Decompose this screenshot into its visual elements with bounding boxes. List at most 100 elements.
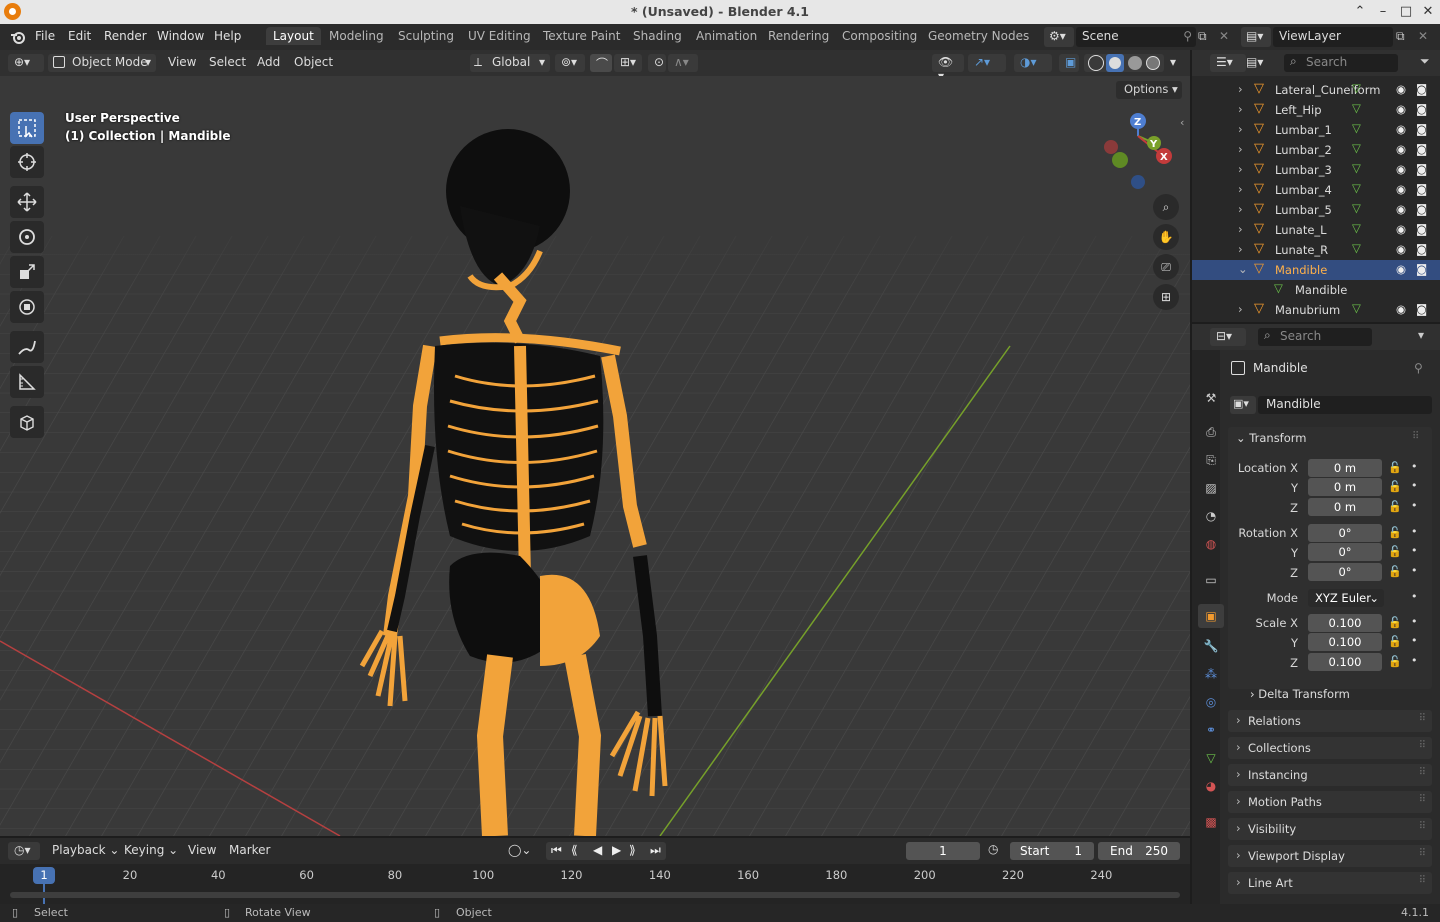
output-tab-icon[interactable]: ⎘ xyxy=(1198,448,1224,472)
keyframe-dot-icon[interactable]: • xyxy=(1411,525,1418,538)
outliner-item[interactable]: › ▽ Manubrium ▽ ◉ ◙ xyxy=(1192,300,1440,320)
eye-visibility-icon[interactable]: ◉ xyxy=(1396,262,1406,276)
camera-render-icon[interactable]: ◙ xyxy=(1416,82,1427,96)
texture-tab-icon[interactable]: ▩ xyxy=(1198,810,1224,834)
menu-view[interactable]: View xyxy=(168,55,196,69)
camera-render-icon[interactable]: ◙ xyxy=(1416,102,1427,116)
section-relations[interactable]: › Relations ⠿ xyxy=(1228,710,1432,732)
particles-tab-icon[interactable]: ⁂ xyxy=(1198,662,1224,686)
section-collections[interactable]: › Collections ⠿ xyxy=(1228,737,1432,759)
camera-render-icon[interactable]: ◙ xyxy=(1416,162,1427,176)
cursor-tool[interactable] xyxy=(10,146,44,178)
section-viewport-display[interactable]: › Viewport Display ⠿ xyxy=(1228,845,1432,867)
outliner-item[interactable]: ▽ Mandible xyxy=(1192,280,1440,300)
expand-right-icon[interactable]: › xyxy=(1238,302,1243,316)
maximize-button[interactable]: □ xyxy=(1396,2,1416,22)
sidebar-toggle-icon[interactable]: ‹ xyxy=(1180,116,1184,129)
keyframe-dot-icon[interactable]: • xyxy=(1411,479,1418,492)
scale-x-field[interactable]: 0.100 xyxy=(1308,614,1382,632)
camera-render-icon[interactable]: ◙ xyxy=(1416,302,1427,316)
section-instancing[interactable]: › Instancing ⠿ xyxy=(1228,764,1432,786)
lock-icon[interactable]: 🔓 xyxy=(1388,500,1402,513)
minimize-button[interactable]: – xyxy=(1373,2,1393,22)
rotate-tool[interactable] xyxy=(10,221,44,253)
shading-options-icon[interactable]: ▾ xyxy=(1164,54,1182,72)
next-keyframe-icon[interactable]: ⟫ xyxy=(629,843,636,857)
drag-handle-icon[interactable]: ⠿ xyxy=(1419,875,1426,886)
outliner-item[interactable]: ⌄ ▽ Mandible ◉ ◙ xyxy=(1192,260,1440,280)
location-y-field[interactable]: 0 m xyxy=(1308,478,1382,496)
timeline-scrollbar[interactable] xyxy=(10,892,1180,898)
menu-help[interactable]: Help xyxy=(214,29,241,43)
lock-icon[interactable]: 🔓 xyxy=(1388,635,1402,648)
viewlayer-selector-icon[interactable]: ▤▾ xyxy=(1241,27,1271,47)
eye-visibility-icon[interactable]: ◉ xyxy=(1396,82,1406,96)
auto-keying-icon[interactable]: ◯⌄ xyxy=(502,842,538,860)
expand-right-icon[interactable]: › xyxy=(1238,82,1243,96)
modifier-tab-icon[interactable]: 🔧 xyxy=(1198,634,1224,658)
physics-tab-icon[interactable]: ◎ xyxy=(1198,690,1224,714)
new-scene-icon[interactable]: ⧉ xyxy=(1198,29,1214,45)
camera-view-icon[interactable]: ⎚ xyxy=(1153,254,1179,280)
menu-timeline-view[interactable]: View xyxy=(188,843,216,857)
pin-icon[interactable]: ⚲ xyxy=(1414,361,1423,375)
location-z-field[interactable]: 0 m xyxy=(1308,498,1382,516)
visibility-selector-icon[interactable]: 👁▾ xyxy=(932,54,964,83)
tab-animation[interactable]: Animation xyxy=(696,29,757,43)
keyframe-dot-icon[interactable]: • xyxy=(1411,654,1418,667)
keyframe-dot-icon[interactable]: • xyxy=(1411,460,1418,473)
drag-handle-icon[interactable]: ⠿ xyxy=(1419,767,1426,778)
xray-toggle-icon[interactable]: ▣ xyxy=(1059,54,1079,72)
drag-handle-icon[interactable]: ⠿ xyxy=(1412,431,1419,442)
tab-modeling[interactable]: Modeling xyxy=(329,29,384,43)
mesh-data-icon[interactable]: ▽ xyxy=(1352,301,1361,315)
outliner-item[interactable]: › ▽ Lumbar_3 ▽ ◉ ◙ xyxy=(1192,160,1440,180)
tab-shading[interactable]: Shading xyxy=(633,29,682,43)
annotate-tool[interactable] xyxy=(10,331,44,363)
mesh-data-icon[interactable]: ▽ xyxy=(1352,241,1361,255)
scale-y-field[interactable]: 0.100 xyxy=(1308,633,1382,651)
section-motion-paths[interactable]: › Motion Paths ⠿ xyxy=(1228,791,1432,813)
scale-tool[interactable] xyxy=(10,256,44,288)
new-viewlayer-icon[interactable]: ⧉ xyxy=(1396,29,1412,45)
object-browse-icon[interactable]: ▣▾ xyxy=(1230,396,1256,414)
mesh-data-icon[interactable]: ▽ xyxy=(1352,161,1361,175)
view-layer-tab-icon[interactable]: ▨ xyxy=(1198,476,1224,500)
pan-view-hand-icon[interactable]: ✋ xyxy=(1153,224,1179,250)
expand-right-icon[interactable]: › xyxy=(1238,142,1243,156)
eye-visibility-icon[interactable]: ◉ xyxy=(1396,122,1406,136)
tab-compositing[interactable]: Compositing xyxy=(842,29,917,43)
menu-keying[interactable]: Keying ⌄ xyxy=(124,843,178,857)
menu-object[interactable]: Object xyxy=(294,55,333,69)
jump-start-icon[interactable]: ⏮ xyxy=(551,843,562,858)
tool-tab-icon[interactable]: ⚒ xyxy=(1198,386,1224,410)
outliner-item[interactable]: › ▽ Lumbar_2 ▽ ◉ ◙ xyxy=(1192,140,1440,160)
camera-render-icon[interactable]: ◙ xyxy=(1416,262,1427,276)
eye-visibility-icon[interactable]: ◉ xyxy=(1396,242,1406,256)
mesh-data-icon[interactable]: ▽ xyxy=(1352,81,1361,95)
properties-search-input[interactable]: ⌕ Search xyxy=(1258,328,1372,346)
pin-icon[interactable]: ⚲ xyxy=(1183,29,1192,43)
measure-tool[interactable] xyxy=(10,366,44,398)
lock-icon[interactable]: 🔓 xyxy=(1388,461,1402,474)
camera-render-icon[interactable]: ◙ xyxy=(1416,242,1427,256)
constraints-tab-icon[interactable]: ⚭ xyxy=(1198,718,1224,742)
lock-icon[interactable]: 🔓 xyxy=(1388,616,1402,629)
lock-icon[interactable]: 🔓 xyxy=(1388,655,1402,668)
data-tab-icon[interactable]: ▽ xyxy=(1198,746,1224,770)
mesh-data-icon[interactable]: ▽ xyxy=(1352,221,1361,235)
menu-select[interactable]: Select xyxy=(209,55,246,69)
camera-render-icon[interactable]: ◙ xyxy=(1416,122,1427,136)
menu-add[interactable]: Add xyxy=(257,55,280,69)
mesh-data-icon[interactable]: ▽ xyxy=(1352,201,1361,215)
start-frame-field[interactable]: Start 1 xyxy=(1010,842,1094,860)
prev-keyframe-icon[interactable]: ⟪ xyxy=(571,843,578,857)
expand-right-icon[interactable]: › xyxy=(1238,102,1243,116)
drag-handle-icon[interactable]: ⠿ xyxy=(1419,848,1426,859)
world-tab-icon[interactable]: ◍ xyxy=(1198,532,1224,556)
rotation-mode-dropdown[interactable]: XYZ Euler ⌄ xyxy=(1308,589,1384,607)
camera-render-icon[interactable]: ◙ xyxy=(1416,142,1427,156)
options-dropdown[interactable]: Options ▾ xyxy=(1116,81,1182,99)
tab-uv-editing[interactable]: UV Editing xyxy=(468,29,531,43)
keyframe-dot-icon[interactable]: • xyxy=(1411,615,1418,628)
